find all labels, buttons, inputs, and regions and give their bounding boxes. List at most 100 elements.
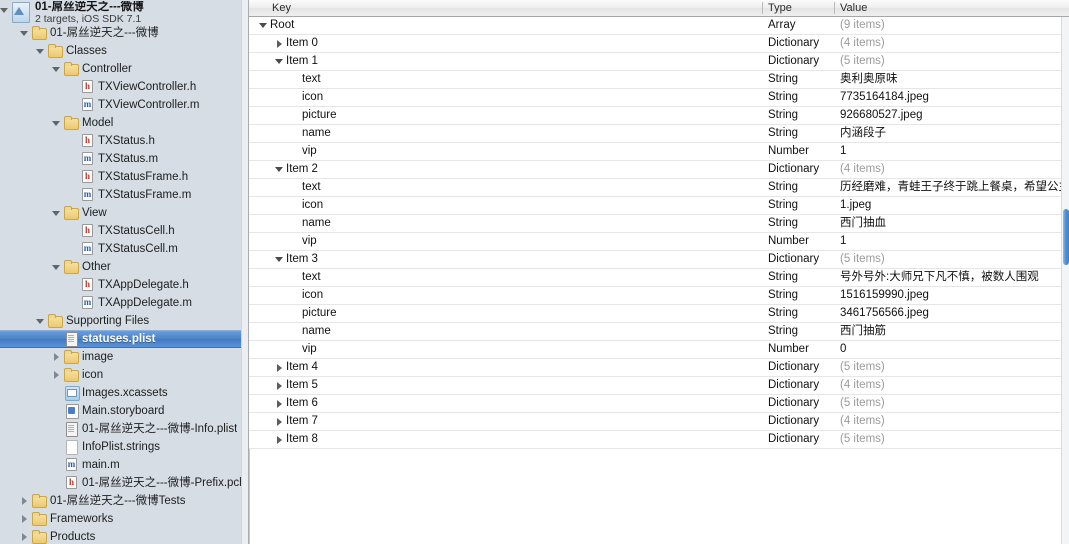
navigator-item[interactable]: TXStatusCell.h (0, 222, 249, 240)
plist-table-body[interactable]: Root Array (9 items) Item 0 Dictionary (4 ite… (249, 17, 1069, 544)
navigator-item[interactable]: TXAppDelegate.m (0, 294, 249, 312)
plist-cell-type[interactable]: String (763, 107, 835, 124)
plist-cell-key[interactable]: Item 4 (249, 359, 762, 376)
plist-row[interactable]: Item 2 Dictionary (4 items) (249, 161, 1069, 179)
plist-row[interactable]: picture String 3461756566.jpeg (249, 305, 1069, 323)
plist-row[interactable]: name String 西门抽筋 (249, 323, 1069, 341)
disclosure-triangle-icon[interactable] (275, 395, 286, 412)
plist-cell-key[interactable]: Item 7 (249, 413, 762, 430)
disclosure-triangle-icon[interactable] (20, 492, 31, 510)
navigator-item[interactable]: InfoPlist.strings (0, 438, 249, 456)
navigator-scrollbar[interactable] (241, 0, 248, 544)
navigator-item[interactable]: Classes (0, 42, 249, 60)
plist-row[interactable]: Item 4 Dictionary (5 items) (249, 359, 1069, 377)
plist-cell-value[interactable]: (5 items) (835, 251, 1061, 268)
plist-cell-key[interactable]: text (249, 71, 762, 88)
plist-row[interactable]: vip Number 1 (249, 233, 1069, 251)
plist-cell-value[interactable]: 奥利奥原味 (835, 71, 1061, 88)
navigator-item[interactable]: TXViewController.h (0, 78, 249, 96)
plist-cell-type[interactable]: Dictionary (763, 377, 835, 394)
plist-cell-key[interactable]: icon (249, 287, 762, 304)
plist-cell-value[interactable]: 历经磨难，青蛙王子终于跳上餐桌，希望公主能给他一个吻。公主一见到他，满心欢喜，吧… (835, 179, 1061, 196)
plist-cell-value[interactable]: 1.jpeg (835, 197, 1061, 214)
plist-cell-type[interactable]: Dictionary (763, 251, 835, 268)
disclosure-triangle-icon[interactable] (52, 366, 63, 384)
plist-cell-type[interactable]: String (763, 287, 835, 304)
plist-cell-value[interactable]: (5 items) (835, 359, 1061, 376)
plist-cell-key[interactable]: Item 2 (249, 161, 762, 178)
navigator-item[interactable]: Frameworks (0, 510, 249, 528)
plist-cell-type[interactable]: Dictionary (763, 53, 835, 70)
navigator-item[interactable]: 01-屌丝逆天之---微博-Prefix.pch (0, 474, 249, 492)
project-root-row[interactable]: 01-屌丝逆天之---微博 2 targets, iOS SDK 7.1 (0, 0, 249, 25)
plist-row[interactable]: Item 0 Dictionary (4 items) (249, 35, 1069, 53)
plist-cell-type[interactable]: String (763, 215, 835, 232)
plist-cell-key[interactable]: picture (249, 305, 762, 322)
plist-cell-value[interactable]: 西门抽筋 (835, 323, 1061, 340)
disclosure-triangle-icon[interactable] (36, 42, 47, 60)
plist-cell-value[interactable]: (5 items) (835, 431, 1061, 448)
plist-cell-key[interactable]: vip (249, 233, 762, 250)
plist-cell-type[interactable]: Array (763, 17, 835, 34)
plist-cell-key[interactable]: icon (249, 197, 762, 214)
navigator-item[interactable]: 01-屌丝逆天之---微博 (0, 24, 249, 42)
plist-cell-key[interactable]: picture (249, 107, 762, 124)
navigator-item[interactable]: Products (0, 528, 249, 544)
plist-cell-key[interactable]: icon (249, 89, 762, 106)
plist-cell-type[interactable]: String (763, 269, 835, 286)
plist-row[interactable]: Item 3 Dictionary (5 items) (249, 251, 1069, 269)
navigator-item[interactable]: Other (0, 258, 249, 276)
plist-cell-value[interactable]: 西门抽血 (835, 215, 1061, 232)
navigator-item[interactable]: image (0, 348, 249, 366)
navigator-item[interactable]: TXStatusFrame.m (0, 186, 249, 204)
plist-row[interactable]: icon String 7735164184.jpeg (249, 89, 1069, 107)
plist-row[interactable]: text String历经磨难，青蛙王子终于跳上餐桌，希望公主能给他一个吻。公主一… (249, 179, 1069, 197)
plist-cell-value[interactable]: 926680527.jpeg (835, 107, 1061, 124)
plist-cell-type[interactable]: String (763, 89, 835, 106)
plist-cell-type[interactable]: Number (763, 341, 835, 358)
plist-cell-type[interactable]: Number (763, 143, 835, 160)
plist-cell-value[interactable]: 3461756566.jpeg (835, 305, 1061, 322)
plist-row[interactable]: Root Array (9 items) (249, 17, 1069, 35)
navigator-item[interactable]: TXStatusFrame.h (0, 168, 249, 186)
plist-row[interactable]: Item 6 Dictionary (5 items) (249, 395, 1069, 413)
plist-cell-key[interactable]: name (249, 215, 762, 232)
plist-cell-key[interactable]: Item 3 (249, 251, 762, 268)
plist-cell-type[interactable]: String (763, 323, 835, 340)
plist-cell-value[interactable]: 1516159990.jpeg (835, 287, 1061, 304)
disclosure-triangle-icon[interactable] (52, 348, 63, 366)
plist-cell-key[interactable]: Item 8 (249, 431, 762, 448)
plist-cell-type[interactable]: Dictionary (763, 359, 835, 376)
navigator-item[interactable]: Controller (0, 60, 249, 78)
project-navigator[interactable]: 01-屌丝逆天之---微博 2 targets, iOS SDK 7.1 01-… (0, 0, 249, 544)
plist-cell-value[interactable]: (4 items) (835, 161, 1061, 178)
navigator-item-selected[interactable]: statuses.plist (0, 330, 249, 348)
plist-cell-key[interactable]: Item 5 (249, 377, 762, 394)
navigator-item[interactable]: Supporting Files (0, 312, 249, 330)
navigator-item[interactable]: 01-屌丝逆天之---微博-Info.plist (0, 420, 249, 438)
plist-cell-value[interactable]: (4 items) (835, 377, 1061, 394)
plist-cell-key[interactable]: vip (249, 143, 762, 160)
editor-scrollbar-thumb[interactable] (1063, 209, 1069, 265)
plist-row[interactable]: Item 1 Dictionary (5 items) (249, 53, 1069, 71)
plist-cell-value[interactable]: 1 (835, 143, 1061, 160)
plist-row[interactable]: icon String 1516159990.jpeg (249, 287, 1069, 305)
column-header-type[interactable]: Type (763, 0, 835, 16)
plist-cell-value[interactable]: (5 items) (835, 53, 1061, 70)
navigator-item[interactable]: TXAppDelegate.h (0, 276, 249, 294)
disclosure-triangle-icon[interactable] (275, 359, 286, 376)
disclosure-triangle-icon[interactable] (275, 161, 286, 178)
plist-row[interactable]: Item 7 Dictionary (4 items) (249, 413, 1069, 431)
plist-cell-key[interactable]: text (249, 269, 762, 286)
disclosure-triangle-icon[interactable] (0, 1, 11, 19)
disclosure-triangle-icon[interactable] (275, 377, 286, 394)
navigator-item[interactable]: icon (0, 366, 249, 384)
navigator-item[interactable]: TXViewController.m (0, 96, 249, 114)
navigator-item[interactable]: Images.xcassets (0, 384, 249, 402)
plist-row[interactable]: icon String 1.jpeg (249, 197, 1069, 215)
plist-cell-value[interactable]: (5 items) (835, 395, 1061, 412)
plist-cell-value[interactable]: 7735164184.jpeg (835, 89, 1061, 106)
navigator-item[interactable]: main.m (0, 456, 249, 474)
plist-row[interactable]: vip Number 0 (249, 341, 1069, 359)
plist-cell-value[interactable]: (9 items) (835, 17, 1061, 34)
